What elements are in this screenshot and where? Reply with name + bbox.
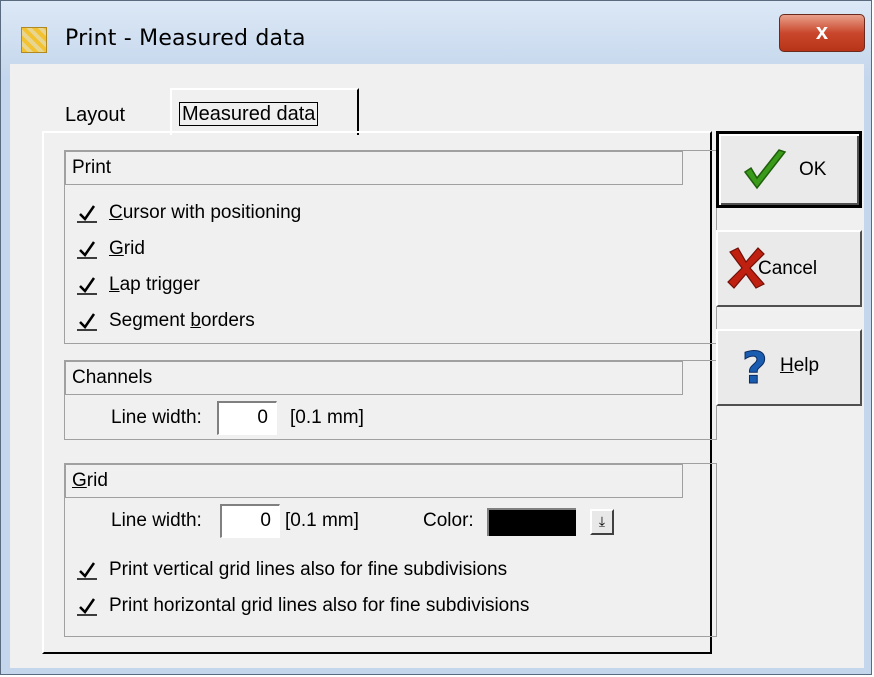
tab-panel: Print Cursor with positioning Grid Lap t… xyxy=(42,131,717,654)
grid-line-width-label: Line width: xyxy=(111,510,202,531)
svg-text:?: ? xyxy=(742,343,768,389)
close-button[interactable]: x xyxy=(779,14,865,52)
grid-line-width-input[interactable]: 0 xyxy=(220,504,280,538)
print-group: Print Cursor with positioning Grid Lap t… xyxy=(64,150,717,344)
help-label: Help xyxy=(780,355,820,376)
checkmark-icon xyxy=(77,562,97,580)
dialog-client-area: Layout Measured data Print Cursor with p… xyxy=(10,64,864,668)
grid-group-header: Grid xyxy=(65,464,683,498)
window-title: Print - Measured data xyxy=(65,26,306,51)
grid-unit-label: [0.1 mm] xyxy=(285,510,359,531)
segment-borders-checkbox[interactable] xyxy=(77,311,97,331)
checkmark-icon xyxy=(77,598,97,616)
channels-line-width-label: Line width: xyxy=(111,407,202,428)
green-check-icon xyxy=(743,149,787,190)
question-mark-icon: ? xyxy=(742,343,769,389)
channels-line-width-input[interactable]: 0 xyxy=(217,401,277,435)
tab-layout[interactable]: Layout xyxy=(65,104,125,127)
checkmark-icon xyxy=(77,205,97,223)
checkmark-icon xyxy=(77,241,97,259)
dropdown-arrow-icon: ⤓ xyxy=(598,513,606,529)
lap-trigger-checkbox[interactable] xyxy=(77,275,97,295)
grid-color-swatch[interactable] xyxy=(487,508,576,536)
grid-color-label: Color: xyxy=(423,510,474,531)
channels-group: Channels Line width: 0 [0.1 mm] xyxy=(64,360,717,440)
cancel-label: Cancel xyxy=(758,258,818,279)
checkmark-icon xyxy=(77,313,97,331)
ok-button[interactable]: OK xyxy=(716,131,862,208)
grid-group: Grid Line width: 0 [0.1 mm] Color: ⤓ Pri… xyxy=(64,463,717,637)
print-dialog-window: Print - Measured data x Layout Measured … xyxy=(0,0,872,675)
tab-measured-data[interactable]: Measured data xyxy=(170,88,359,135)
lap-trigger-label: Lap trigger xyxy=(109,274,200,295)
vertical-fine-grid-label: Print vertical grid lines also for fine … xyxy=(109,559,508,580)
color-dropdown-button[interactable]: ⤓ xyxy=(590,509,614,535)
ok-label: OK xyxy=(799,159,827,180)
checkmark-icon xyxy=(77,277,97,295)
horizontal-fine-grid-label: Print horizontal grid lines also for fin… xyxy=(109,595,530,616)
channels-group-header: Channels xyxy=(65,361,683,395)
help-button[interactable]: ? Help xyxy=(716,329,862,406)
tab-measured-data-label: Measured data xyxy=(179,102,319,126)
grid-label: Grid xyxy=(109,238,145,259)
cursor-positioning-label: Cursor with positioning xyxy=(109,202,302,223)
horizontal-fine-grid-checkbox[interactable] xyxy=(77,596,97,616)
vertical-fine-grid-checkbox[interactable] xyxy=(77,560,97,580)
channels-unit-label: [0.1 mm] xyxy=(290,407,364,428)
print-group-header: Print xyxy=(65,151,683,185)
cancel-button[interactable]: Cancel xyxy=(716,230,862,307)
cursor-positioning-checkbox[interactable] xyxy=(77,203,97,223)
grid-checkbox[interactable] xyxy=(77,239,97,259)
segment-borders-label: Segment borders xyxy=(109,310,255,331)
print-app-icon xyxy=(21,27,47,53)
